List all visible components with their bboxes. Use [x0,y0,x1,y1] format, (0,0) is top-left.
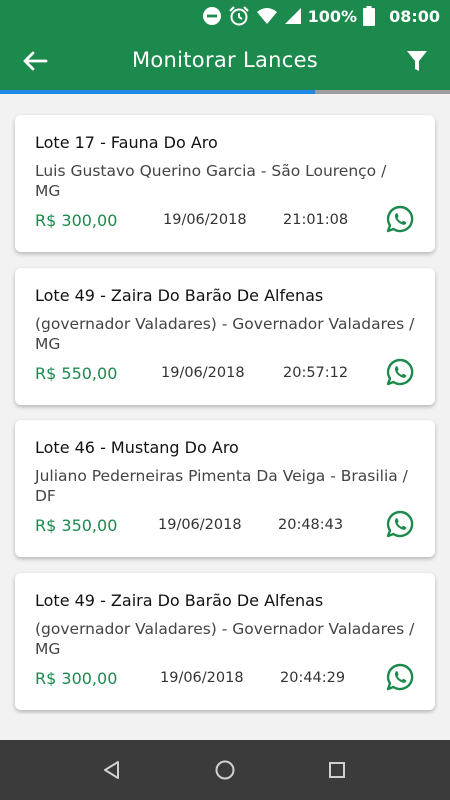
app-bar: Monitorar Lances [0,32,450,90]
alarm-icon [228,6,249,26]
status-time: 08:00 [389,6,440,26]
home-circle-icon [215,760,235,780]
bid-bidder: (governador Valadares) - Governador Vala… [35,315,415,353]
nav-back-button[interactable] [97,755,127,785]
bid-price: R$ 300,00 [35,669,118,688]
status-icons: 100% 08:00 [202,0,440,32]
bid-title: Lote 17 - Fauna Do Aro [35,133,218,152]
bid-date: 19/06/2018 [163,212,247,228]
recents-square-icon [329,762,345,778]
bid-card[interactable]: Lote 49 - Zaira Do Barão De Alfenas (gov… [15,573,435,710]
bid-title: Lote 49 - Zaira Do Barão De Alfenas [35,591,324,610]
bid-price: R$ 350,00 [35,516,118,535]
whatsapp-button[interactable] [385,662,415,692]
back-triangle-icon [104,761,119,779]
page-title: Monitorar Lances [131,48,319,72]
nav-recents-button[interactable] [322,755,352,785]
status-bar: 100% 08:00 [0,0,450,32]
bid-bidder: Juliano Pederneiras Pimenta Da Veiga - B… [35,467,408,505]
bid-title: Lote 49 - Zaira Do Barão De Alfenas [35,286,324,305]
whatsapp-icon [386,205,414,233]
whatsapp-icon [386,663,414,691]
bid-card[interactable]: Lote 46 - Mustang Do Aro Juliano Pederne… [15,420,435,557]
bid-card[interactable]: Lote 17 - Fauna Do Aro Luis Gustavo Quer… [15,115,435,252]
whatsapp-button[interactable] [385,509,415,539]
bid-list[interactable]: Lote 17 - Fauna Do Aro Luis Gustavo Quer… [0,94,450,714]
wifi-icon [256,8,277,24]
bid-time: 21:01:08 [283,212,349,228]
bid-date: 19/06/2018 [160,670,244,686]
do-not-disturb-icon [202,7,221,25]
bid-time: 20:57:12 [283,365,349,381]
arrow-left-icon [23,51,48,71]
bid-card[interactable]: Lote 49 - Zaira Do Barão De Alfenas (gov… [15,268,435,405]
bid-bidder: Luis Gustavo Querino Garcia - São Louren… [35,162,387,200]
whatsapp-icon [386,510,414,538]
bid-time: 20:48:43 [278,517,344,533]
whatsapp-button[interactable] [385,204,415,234]
battery-icon [363,6,376,26]
list-bottom-spacer [0,714,450,740]
nav-home-button[interactable] [210,755,240,785]
bid-title: Lote 46 - Mustang Do Aro [35,438,239,457]
bid-bidder: (governador Valadares) - Governador Vala… [35,620,415,658]
bid-date: 19/06/2018 [158,517,242,533]
signal-icon [284,8,301,24]
bid-time: 20:44:29 [280,670,346,686]
system-nav-bar [0,740,450,800]
whatsapp-button[interactable] [385,357,415,387]
bid-price: R$ 300,00 [35,211,118,230]
back-button[interactable] [18,44,52,78]
battery-percent: 100% [307,6,358,26]
bid-date: 19/06/2018 [161,365,245,381]
bid-price: R$ 550,00 [35,364,118,383]
whatsapp-icon [386,358,414,386]
filter-button[interactable] [400,44,434,78]
filter-icon [407,51,427,71]
